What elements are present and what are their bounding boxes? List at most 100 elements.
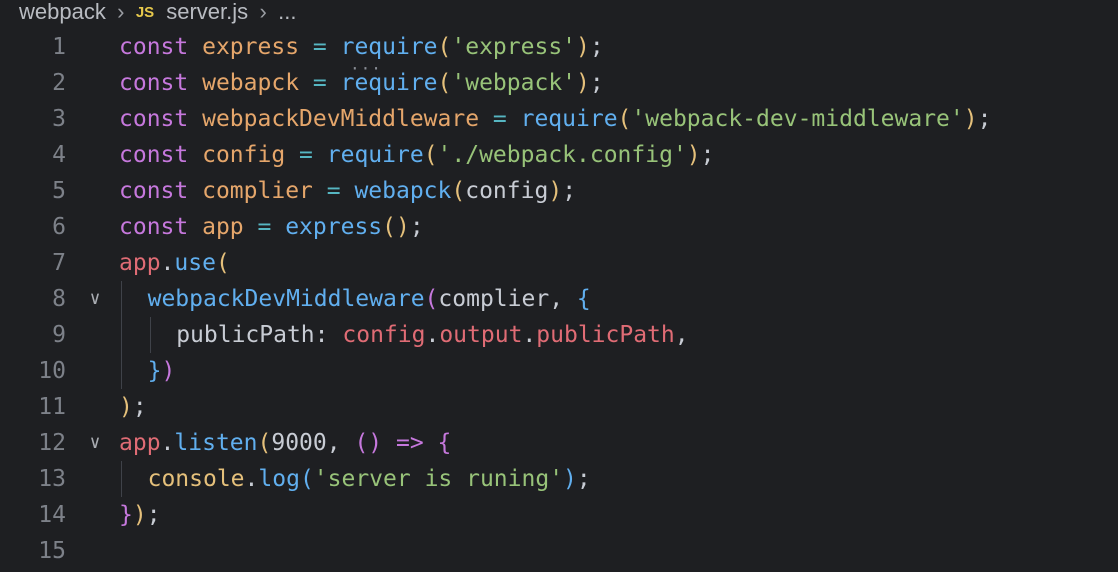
line-number: 9 (52, 322, 66, 348)
code-token: ; (576, 466, 591, 492)
code-token: = (479, 106, 521, 132)
code-token: complier (202, 178, 313, 204)
code-editor[interactable]: 1 const express = require('express'); ··· 2… (0, 29, 1118, 569)
code-text: }) (148, 353, 176, 389)
code-token: . (160, 430, 175, 456)
code-token: . (425, 322, 440, 348)
fold-chevron-icon[interactable]: ∨ (84, 281, 106, 317)
chevron-right-icon: › (117, 0, 125, 24)
line-number: 7 (52, 250, 66, 276)
code-token: ; (562, 178, 577, 204)
code-line[interactable]: 7 app.use( (0, 245, 1118, 281)
indent-guide (149, 317, 151, 353)
code-line[interactable]: 4 const config = require('./webpack.confi… (0, 137, 1118, 173)
code-line[interactable]: 6 const app = express(); (0, 209, 1118, 245)
code-token: ) (963, 106, 978, 132)
code-token: ) (132, 502, 147, 528)
code-token: => (382, 430, 438, 456)
breadcrumb-folder[interactable]: webpack (0, 0, 106, 25)
line-number: 15 (38, 538, 66, 564)
code-token: ( (299, 466, 314, 492)
breadcrumb: webpack › JS server.js › ... (0, 0, 296, 24)
indent-guide (121, 353, 122, 389)
line-number: 3 (52, 106, 66, 132)
code-token: complier (438, 286, 550, 312)
js-file-icon: JS (135, 3, 155, 21)
code-line[interactable]: 8 ∨ webpackDevMiddleware(complier, { (0, 281, 1118, 317)
line-number: 4 (52, 142, 66, 168)
code-line[interactable]: 12 ∨ app.listen(9000, () => { (0, 425, 1118, 461)
code-token: , (674, 322, 689, 348)
code-token: ) (161, 358, 176, 384)
code-text: const webpackDevMiddleware = require('we… (119, 101, 991, 137)
code-token: , (549, 286, 577, 312)
code-token: . (244, 466, 259, 492)
code-text: ); (119, 389, 147, 425)
code-line[interactable]: 9 publicPath: config.output.publicPath, (0, 317, 1118, 353)
code-token: const (119, 106, 189, 132)
code-line[interactable]: 13 console.log('server is runing'); (0, 461, 1118, 497)
code-token: 'webpack-dev-middleware' (631, 106, 964, 132)
line-number: 2 (52, 70, 66, 96)
line-number: 6 (52, 214, 66, 240)
code-token: { (437, 430, 452, 456)
code-token: ( (423, 142, 438, 168)
code-token: publicPath (176, 322, 315, 348)
code-token: webapck (202, 70, 300, 96)
line-number: 14 (38, 502, 66, 528)
code-token: ( (437, 70, 452, 96)
code-token: 9000 (271, 430, 327, 456)
indent-guide (121, 317, 122, 353)
code-token: } (119, 502, 133, 528)
indent-guide (121, 281, 122, 317)
code-line[interactable]: 14}); (0, 497, 1118, 533)
code-token: require (340, 70, 438, 96)
code-token: ) (119, 394, 133, 420)
code-token: webapck (354, 178, 452, 204)
code-line[interactable]: 5 const complier = webapck(config); (0, 173, 1118, 209)
code-token: ; (977, 106, 992, 132)
code-line[interactable]: 10}) (0, 353, 1118, 389)
code-token: const (119, 178, 189, 204)
code-line[interactable]: 15 (0, 533, 1118, 569)
code-token: } (147, 358, 162, 384)
code-token: config (465, 178, 549, 204)
code-line[interactable]: 1 const express = require('express'); ··· (0, 29, 1118, 78)
code-token: const (119, 70, 189, 96)
code-token: webpackDevMiddleware (147, 286, 425, 312)
code-token: const (119, 142, 189, 168)
fold-chevron-icon[interactable]: ∨ (84, 425, 106, 461)
code-token: console (147, 466, 245, 492)
breadcrumb-file[interactable]: server.js (166, 0, 248, 25)
code-token: : (314, 322, 343, 348)
code-token: ; (700, 142, 715, 168)
code-line[interactable]: 2 const webapck = require('webpack'); (0, 65, 1118, 101)
code-token: ; (589, 70, 604, 96)
code-token: ) (563, 466, 577, 492)
code-text: publicPath: config.output.publicPath, (176, 317, 688, 353)
code-token: ( (437, 34, 452, 60)
code-token: = (312, 178, 355, 204)
code-text: const config = require('./webpack.config… (119, 137, 715, 173)
code-token: ; (589, 34, 604, 60)
code-token: { (576, 286, 591, 312)
code-line[interactable]: 3 const webpackDevMiddleware = require('w… (0, 101, 1118, 137)
code-token: output (439, 322, 523, 348)
code-token: ; (146, 502, 161, 528)
code-text: }); (119, 497, 161, 533)
code-token: express (202, 34, 300, 60)
code-text: const webapck = require('webpack'); (119, 65, 604, 101)
code-token: ( (424, 286, 439, 312)
code-token: ) (548, 178, 563, 204)
code-line[interactable]: 11); (0, 389, 1118, 425)
breadcrumb-symbol-more[interactable]: ... (278, 0, 296, 25)
code-token: , (326, 430, 355, 456)
line-number: 13 (38, 466, 66, 492)
line-number: 11 (38, 394, 66, 420)
code-token: ( (617, 106, 632, 132)
code-token: ( (257, 430, 272, 456)
